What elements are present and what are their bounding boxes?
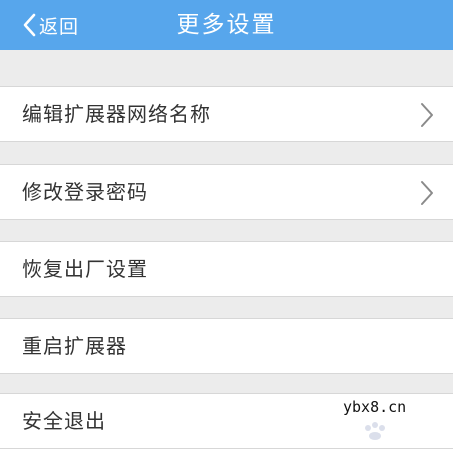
watermark-text: ybx8.cn [340,398,410,416]
chevron-right-icon [419,101,435,129]
menu-item-change-password[interactable]: 修改登录密码 [0,164,453,220]
menu-item-label: 恢复出厂设置 [22,257,148,281]
header-bar: 返回 更多设置 [0,0,453,50]
page-title: 更多设置 [176,12,277,38]
chevron-right-icon [419,179,435,207]
menu-item-restart-extender[interactable]: 重启扩展器 [0,318,453,374]
menu-item-label: 重启扩展器 [22,334,127,358]
paw-watermark-icon [360,420,400,446]
menu-item-label: 编辑扩展器网络名称 [22,102,211,126]
menu-item-factory-reset[interactable]: 恢复出厂设置 [0,241,453,297]
menu-item-label: 修改登录密码 [22,180,148,204]
menu-item-label: 安全退出 [22,409,106,433]
menu-item-edit-network-name[interactable]: 编辑扩展器网络名称 [0,86,453,142]
